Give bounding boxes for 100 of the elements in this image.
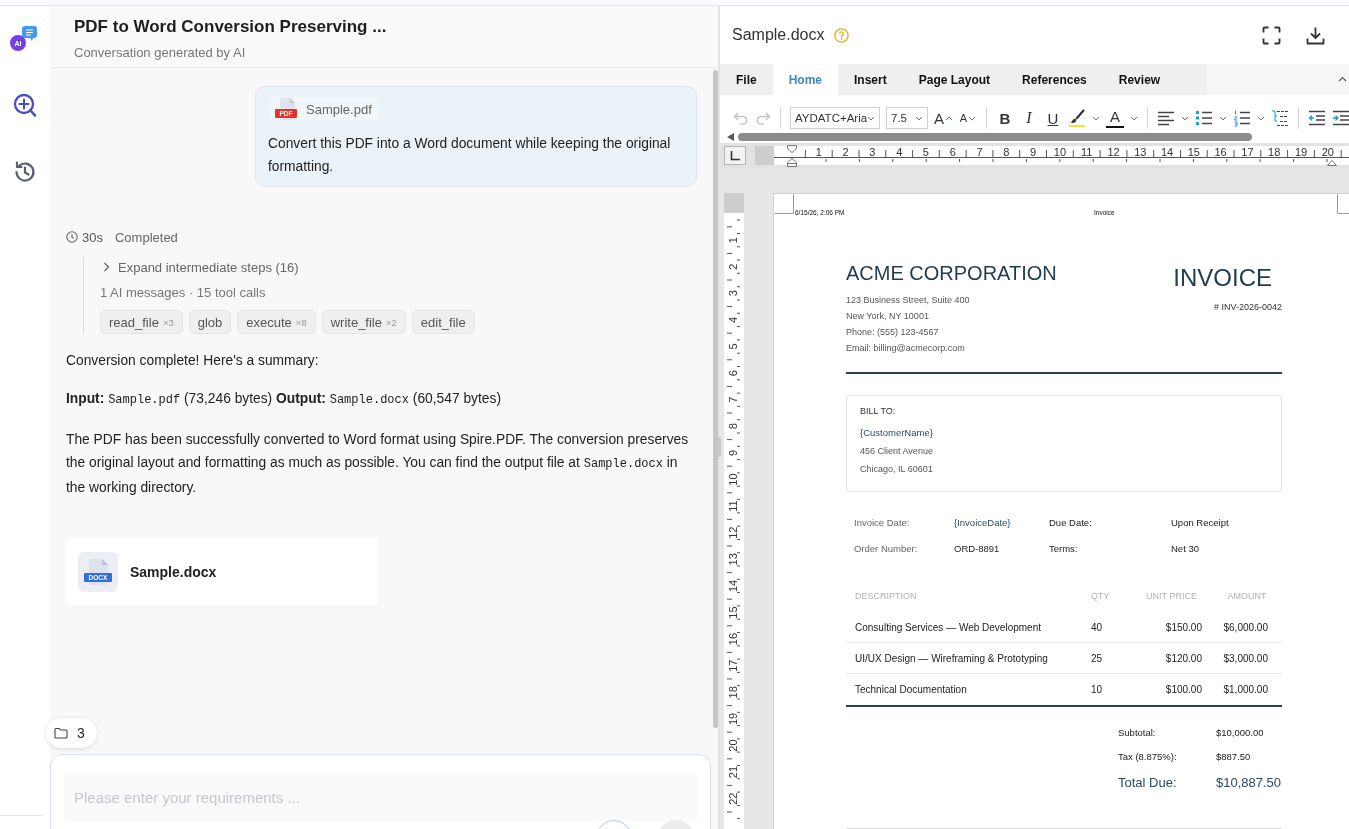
ruler-number: 14 <box>727 579 739 593</box>
company-address-line: 123 Business Street, Suite 400 <box>846 294 970 307</box>
ribbon-tab[interactable]: Home <box>772 64 838 95</box>
scrollbar-thumb[interactable] <box>713 70 718 728</box>
align-left-icon[interactable] <box>1157 109 1175 127</box>
ruler-number: 13 <box>727 553 739 566</box>
table-cell: 40 <box>1091 621 1103 633</box>
tab-stop-button[interactable] <box>724 146 746 165</box>
decrease-indent-icon[interactable] <box>1308 109 1326 127</box>
ribbon-tab[interactable]: Insert <box>838 64 903 95</box>
highlighter-icon[interactable] <box>1068 109 1086 127</box>
history-icon[interactable] <box>12 159 38 185</box>
tool-tag: edit_file <box>411 310 475 334</box>
ribbon-tab[interactable]: Review <box>1102 64 1177 95</box>
download-icon[interactable] <box>1306 25 1325 45</box>
table-cell: 25 <box>1091 652 1103 664</box>
caret-icon[interactable] <box>968 115 977 121</box>
caret-icon[interactable] <box>1092 115 1100 121</box>
italic-button[interactable]: I <box>1020 107 1038 129</box>
caret-icon[interactable] <box>1219 115 1227 121</box>
chat-plus-icon[interactable] <box>12 92 38 118</box>
caret-up-icon <box>945 115 953 121</box>
splitter-handle[interactable] <box>716 437 721 457</box>
font-name-select[interactable]: AYDATC+Aria <box>790 107 880 129</box>
company-address-line: Email: billing@acmecorp.com <box>846 342 965 355</box>
underline-button[interactable]: U <box>1044 107 1062 129</box>
ribbon-tab[interactable]: Page Layout <box>902 64 1007 95</box>
total-label: Total Due: <box>1118 775 1178 791</box>
table-cell: $100.00 <box>1165 684 1202 695</box>
user-message-text: Convert this PDF into a Word document while keeping the original formatting. <box>268 135 672 176</box>
caret-icon[interactable] <box>1257 115 1265 121</box>
ruler-number: 17 <box>727 659 739 672</box>
company-address-line: New York, NY 10001 <box>846 310 929 323</box>
ruler-number: 12 <box>1107 145 1120 158</box>
ruler-number: 18 <box>1268 145 1281 158</box>
bill-to-label: BILL TO: <box>860 405 896 417</box>
scroll-left-icon[interactable] <box>727 133 734 141</box>
bulleted-list-icon[interactable] <box>1195 109 1213 127</box>
ruler-number: 21 <box>727 765 739 779</box>
customer-address-line: 456 Client Avenue <box>860 445 933 457</box>
folder-count-badge[interactable]: 3 <box>46 718 97 748</box>
reply-paragraph: Input: Sample.pdf (73,246 bytes) Output: Sample.docx (60,547 bytes) <box>66 390 501 409</box>
scrollbar-thumb[interactable] <box>738 133 1252 141</box>
tool-tag: execute ×8 <box>237 310 316 334</box>
invoice-number: # INV-2026-0042 <box>1213 301 1282 313</box>
conversation-title: PDF to Word Conversion Preserving ... <box>74 16 387 38</box>
ribbon-tab[interactable]: File <box>720 64 773 95</box>
ruler-number: 17 <box>1241 145 1254 158</box>
ribbon-tab[interactable]: References <box>1006 64 1103 95</box>
detail-value: Net 30 <box>1171 543 1199 555</box>
ruler-number: 22 <box>727 792 739 805</box>
clock-icon <box>66 231 78 243</box>
detail-value: ORD-8891 <box>954 543 1000 555</box>
folder-icon <box>54 727 68 739</box>
table-cell: $1,000.00 <box>1223 684 1268 695</box>
expand-steps-toggle[interactable]: Expand intermediate steps (16) <box>100 257 299 277</box>
corner-mark-icon <box>775 194 794 214</box>
caret-icon[interactable] <box>1130 115 1138 121</box>
caret-icon[interactable] <box>1181 115 1189 121</box>
multilevel-list-icon[interactable] <box>1271 109 1289 127</box>
table-cell: Consulting Services — Web Development <box>855 621 1041 633</box>
column-header: DESCRIPTION <box>855 591 917 601</box>
grow-font-button[interactable]: A <box>934 107 953 129</box>
total-label: Tax (8.875%): <box>1118 751 1178 763</box>
conversation-subtitle: Conversation generated by AI <box>74 44 246 62</box>
increase-indent-icon[interactable] <box>1332 109 1349 127</box>
ruler-number: 3 <box>869 145 876 158</box>
table-cell: $3,000.00 <box>1223 652 1268 664</box>
ruler-number: 5 <box>922 145 929 158</box>
run-status: Completed <box>114 229 178 245</box>
numbered-list-icon[interactable] <box>1233 109 1251 127</box>
ruler-number: 20 <box>727 739 739 752</box>
bold-button[interactable]: B <box>996 107 1014 129</box>
ruler-number: 6 <box>727 370 739 377</box>
customer-address-line: Chicago, IL 60601 <box>860 463 933 475</box>
chevron-up-icon[interactable] <box>1338 76 1347 82</box>
table-cell: $6,000.00 <box>1223 621 1268 633</box>
ruler-number: 20 <box>1321 145 1334 158</box>
tab-stop-icon <box>730 150 740 161</box>
caret-icon[interactable] <box>915 115 923 121</box>
steps-summary: 1 AI messages · 15 tool calls <box>100 284 266 302</box>
ruler-number: 7 <box>976 145 983 158</box>
ruler-number: 9 <box>727 449 739 456</box>
total-label: Subtotal: <box>1118 727 1157 739</box>
column-header: AMOUNT <box>1227 591 1267 601</box>
font-size-select[interactable]: 7.5 <box>886 107 928 129</box>
total-value: $10,000.00 <box>1216 727 1264 739</box>
shrink-font-button[interactable]: A <box>959 107 977 129</box>
indent-marker-icon[interactable] <box>787 144 797 167</box>
ruler-number: 1 <box>727 237 739 244</box>
ruler-number: 15 <box>1187 145 1200 158</box>
document-heading: INVOICE <box>1173 264 1272 292</box>
column-header: UNIT PRICE <box>1146 591 1197 601</box>
caret-icon[interactable] <box>867 115 876 121</box>
font-color-button[interactable]: A <box>1106 108 1124 128</box>
indent-marker-icon[interactable] <box>1327 159 1337 166</box>
ruler-number: 11 <box>727 500 739 512</box>
run-duration: 30s <box>82 229 103 245</box>
fullscreen-icon[interactable] <box>1262 25 1281 45</box>
ruler-number: 3 <box>727 290 739 297</box>
